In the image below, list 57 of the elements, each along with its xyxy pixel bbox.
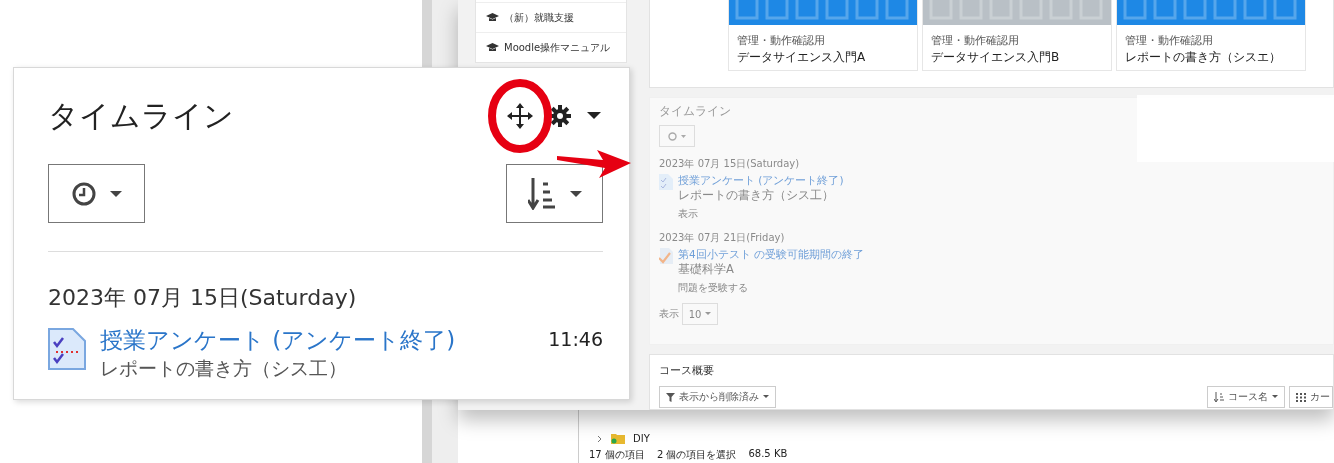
move-icon[interactable] <box>507 103 533 129</box>
folder-icon <box>611 433 625 444</box>
course-name: レポートの書き方（シス工） <box>678 188 835 203</box>
show-label: 表示 <box>659 307 679 321</box>
course-card[interactable]: 管理・動作確認用 レポートの書き方（シスエ） <box>1116 0 1306 71</box>
sort-icon <box>527 177 556 210</box>
event-time: 11:46 <box>548 328 603 350</box>
course-name: データサイエンス入門B <box>930 49 1061 66</box>
status-text: 68.5 KB <box>748 448 788 461</box>
settings-icon[interactable] <box>549 105 571 127</box>
view-dropdown[interactable]: カー <box>1289 386 1333 408</box>
panel-title: コース概要 <box>659 363 715 378</box>
course-category: 管理・動作確認用 <box>1124 33 1214 48</box>
date-heading: 2023年 07月 15日(Saturday) <box>48 284 358 312</box>
filter-dropdown[interactable]: 表示から削除済み <box>659 386 776 408</box>
filter-icon <box>666 392 675 402</box>
caret-icon[interactable] <box>587 112 601 120</box>
course-category: 管理・動作確認用 <box>736 33 826 48</box>
caret-icon <box>109 190 122 197</box>
status-text: 17 個の項目 <box>589 448 645 462</box>
action-link[interactable]: 表示 <box>678 207 844 221</box>
course-name: データサイエンス入門A <box>736 49 867 66</box>
date-heading: 2023年 07月 15日(Saturday) <box>659 157 801 171</box>
folder-label[interactable]: DIY <box>633 433 650 444</box>
panel-title: タイムライン <box>659 104 731 119</box>
course-name: レポートの書き方（シス工） <box>100 356 348 381</box>
quiz-icon <box>659 248 673 264</box>
clock-icon <box>71 181 96 206</box>
event-link[interactable]: 授業アンケート (アンケート終了) <box>100 325 535 356</box>
clock-icon <box>668 131 677 141</box>
sort-dropdown[interactable]: コース名 <box>1207 386 1285 408</box>
date-heading: 2023年 07月 21日(Friday) <box>659 231 786 245</box>
graduation-cap-icon <box>486 13 499 22</box>
count-dropdown[interactable]: 10 <box>682 303 718 325</box>
course-name: レポートの書き方（シスエ） <box>1124 49 1282 66</box>
course-category: 管理・動作確認用 <box>930 33 1020 48</box>
caret-icon <box>763 395 769 399</box>
sort-dropdown[interactable] <box>506 164 603 223</box>
card-title: タイムライン <box>48 96 234 135</box>
status-text: 2 個の項目を選択 <box>656 448 737 462</box>
grid-icon <box>1296 392 1306 402</box>
caret-icon <box>1272 395 1278 399</box>
course-name: 基礎科学A <box>678 262 735 277</box>
sort-icon <box>1214 391 1224 403</box>
caret-icon <box>681 134 686 138</box>
sidebar-item[interactable]: Moodle操作マニュアル <box>476 32 626 62</box>
graduation-cap-icon <box>486 43 499 52</box>
filter-dropdown[interactable] <box>48 164 145 223</box>
caret-icon <box>705 312 712 316</box>
caret-icon <box>569 190 582 197</box>
action-link[interactable]: 問題を受験する <box>678 281 865 295</box>
survey-icon <box>659 174 673 190</box>
sidebar-item[interactable]: （新）就職支援 <box>476 2 626 32</box>
survey-icon <box>48 328 86 370</box>
chevron-icon[interactable] <box>597 434 603 443</box>
course-card[interactable]: 管理・動作確認用 データサイエンス入門B <box>922 0 1112 71</box>
course-card[interactable]: 管理・動作確認用 データサイエンス入門A <box>728 0 918 71</box>
